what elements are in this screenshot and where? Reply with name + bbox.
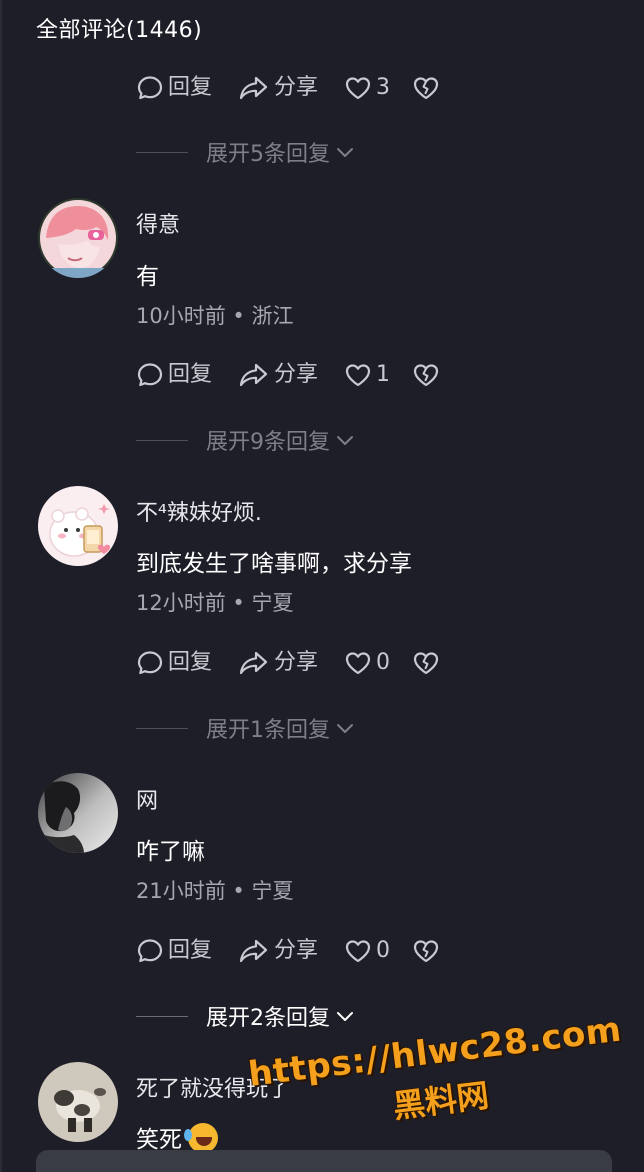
reply-label: 回复 — [168, 650, 213, 675]
like-count: 0 — [376, 650, 391, 675]
avatar[interactable] — [38, 198, 118, 278]
action-row: 回复 分享 1 — [136, 358, 444, 392]
comment-text: 到底发生了啥事啊，求分享 — [136, 551, 412, 577]
like-button[interactable]: 1 — [344, 358, 390, 392]
expand-replies-button[interactable]: 展开2条回复 — [136, 1001, 356, 1031]
speech-bubble-icon — [137, 363, 163, 387]
share-arrow-icon — [239, 651, 268, 675]
reply-label: 回复 — [168, 938, 213, 963]
comment-username[interactable]: 不⁴辣妹好烦. — [136, 495, 262, 527]
dislike-button[interactable] — [412, 649, 444, 677]
reply-button[interactable]: 回复 — [136, 71, 212, 105]
avatar[interactable] — [38, 773, 118, 853]
share-label: 分享 — [274, 938, 319, 963]
comment-meta: 10小时前 • 浙江 — [136, 300, 293, 330]
expand-replies-label: 展开9条回复 — [206, 430, 330, 455]
action-row: 回复 分享 3 — [136, 71, 444, 105]
meta-separator: • — [225, 879, 252, 903]
action-row: 回复 分享 0 — [136, 934, 444, 968]
meta-separator: • — [225, 304, 252, 328]
expand-replies-button[interactable]: 展开1条回复 — [136, 713, 356, 743]
dislike-button[interactable] — [412, 74, 444, 102]
like-button[interactable]: 0 — [344, 934, 390, 968]
comment-text: 咋了嘛 — [136, 839, 205, 865]
comment-location: 宁夏 — [251, 879, 294, 903]
reply-label: 回复 — [168, 75, 213, 100]
share-button[interactable]: 分享 — [238, 934, 318, 968]
chevron-down-icon — [337, 436, 353, 445]
chevron-down-icon — [337, 724, 353, 733]
heart-icon — [345, 77, 371, 100]
share-button[interactable]: 分享 — [238, 71, 318, 105]
speech-bubble-icon — [137, 939, 163, 963]
comment-meta: 12小时前 • 宁夏 — [136, 587, 293, 617]
avatar[interactable] — [38, 1062, 118, 1142]
broken-heart-icon — [413, 364, 439, 387]
speech-bubble-icon — [137, 651, 163, 675]
comment-input-bar[interactable] — [36, 1150, 612, 1172]
share-arrow-icon — [239, 76, 268, 100]
broken-heart-icon — [413, 652, 439, 675]
share-button[interactable]: 分享 — [238, 646, 318, 680]
share-label: 分享 — [274, 75, 319, 100]
reply-button[interactable]: 回复 — [136, 934, 212, 968]
dislike-button[interactable] — [412, 937, 444, 965]
comment-time: 10小时前 — [136, 304, 226, 328]
share-arrow-icon — [239, 363, 268, 387]
like-button[interactable]: 3 — [344, 71, 390, 105]
comment-time: 21小时前 — [136, 879, 226, 903]
speech-bubble-icon — [137, 76, 163, 100]
heart-icon — [345, 940, 371, 963]
meta-separator: • — [225, 591, 252, 615]
action-row: 回复 分享 0 — [136, 646, 444, 680]
chevron-down-icon — [337, 1012, 353, 1021]
heart-icon — [345, 652, 371, 675]
comment-time: 12小时前 — [136, 591, 226, 615]
comments-panel: 全部评论(1446) 回复 分享 3 展开5条回复 得意 有 10小时前 • 浙… — [0, 0, 644, 1172]
comment-meta: 21小时前 • 宁夏 — [136, 875, 293, 905]
comment-location: 浙江 — [251, 304, 294, 328]
dislike-button[interactable] — [412, 361, 444, 389]
reply-label: 回复 — [168, 362, 213, 387]
share-label: 分享 — [274, 362, 319, 387]
broken-heart-icon — [413, 77, 439, 100]
expand-replies-label: 展开5条回复 — [206, 142, 330, 167]
comment-text: 笑死 — [136, 1120, 218, 1154]
heart-icon — [345, 364, 371, 387]
comment-text: 有 — [136, 264, 159, 290]
broken-heart-icon — [413, 940, 439, 963]
expand-replies-label: 展开1条回复 — [206, 718, 330, 743]
divider-line — [136, 1015, 188, 1017]
share-label: 分享 — [274, 650, 319, 675]
laughing-crying-emoji-icon — [184, 1123, 218, 1153]
divider-line — [136, 151, 188, 153]
like-button[interactable]: 0 — [344, 646, 390, 680]
share-arrow-icon — [239, 939, 268, 963]
like-count: 0 — [376, 938, 391, 963]
reply-button[interactable]: 回复 — [136, 646, 212, 680]
expand-replies-button[interactable]: 展开5条回复 — [136, 137, 356, 167]
comment-username[interactable]: 得意 — [136, 207, 180, 239]
reply-button[interactable]: 回复 — [136, 358, 212, 392]
share-button[interactable]: 分享 — [238, 358, 318, 392]
expand-replies-button[interactable]: 展开9条回复 — [136, 425, 356, 455]
expand-replies-label: 展开2条回复 — [206, 1006, 330, 1031]
like-count: 1 — [376, 362, 391, 387]
avatar[interactable] — [38, 486, 118, 566]
comment-username[interactable]: 网 — [136, 783, 158, 815]
comments-header: 全部评论(1446) — [36, 18, 203, 43]
like-count: 3 — [376, 75, 391, 100]
divider-line — [136, 727, 188, 729]
divider-line — [136, 439, 188, 441]
chevron-down-icon — [337, 148, 353, 157]
comment-location: 宁夏 — [251, 591, 294, 615]
